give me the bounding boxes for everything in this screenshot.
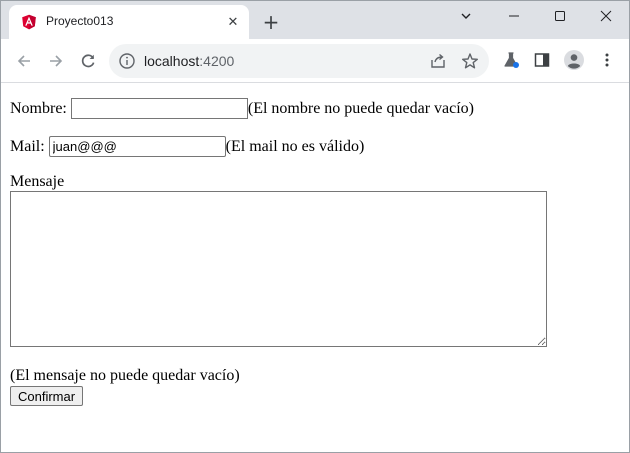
maximize-button[interactable] bbox=[537, 1, 583, 31]
browser-menu-button[interactable] bbox=[597, 50, 617, 70]
flask-icon bbox=[504, 52, 519, 68]
mail-input[interactable] bbox=[48, 136, 226, 157]
nombre-error: (El nombre no puede quedar vacío) bbox=[247, 99, 475, 117]
url-port: :4200 bbox=[199, 53, 235, 69]
site-info-icon[interactable] bbox=[118, 52, 136, 70]
mensaje-textarea[interactable] bbox=[10, 191, 547, 347]
url-text: localhost:4200 bbox=[144, 53, 234, 69]
address-bar[interactable]: localhost:4200 bbox=[109, 44, 489, 78]
arrow-right-icon bbox=[50, 55, 63, 67]
side-panel-icon bbox=[534, 53, 550, 67]
tab-search-button[interactable] bbox=[443, 1, 489, 31]
tab-title: Proyecto013 bbox=[46, 14, 114, 28]
nombre-input[interactable] bbox=[70, 98, 248, 119]
mensaje-error: (El mensaje no puede quedar vacío) bbox=[10, 367, 240, 384]
mensaje-label: Mensaje bbox=[10, 173, 65, 190]
new-tab-button[interactable]: + bbox=[259, 10, 283, 34]
profile-button[interactable] bbox=[564, 50, 584, 70]
profile-avatar-icon bbox=[564, 50, 584, 70]
reload-button[interactable] bbox=[76, 49, 100, 73]
page-content: Nombre: (El nombre no puede quedar vacío… bbox=[1, 84, 629, 452]
mail-row: Mail: (El mail no es válido) bbox=[10, 136, 364, 157]
side-panel-button[interactable] bbox=[532, 50, 552, 70]
confirm-button[interactable]: Confirmar bbox=[10, 386, 84, 406]
nombre-label: Nombre: bbox=[10, 99, 67, 117]
angular-icon bbox=[22, 14, 36, 30]
back-button[interactable] bbox=[12, 49, 36, 73]
minimize-icon bbox=[509, 15, 519, 17]
close-window-button[interactable] bbox=[583, 1, 629, 31]
reload-icon bbox=[81, 54, 95, 68]
close-icon bbox=[600, 10, 612, 22]
tab-proyecto013[interactable]: Proyecto013 ✕ bbox=[9, 5, 249, 39]
extensions-button[interactable] bbox=[501, 50, 521, 70]
browser-toolbar: localhost:4200 bbox=[1, 39, 629, 83]
chevron-down-icon bbox=[461, 13, 471, 19]
more-vert-icon bbox=[605, 53, 609, 67]
nombre-row: Nombre: (El nombre no puede quedar vacío… bbox=[10, 98, 474, 119]
arrow-left-icon bbox=[17, 55, 30, 67]
minimize-button[interactable] bbox=[491, 1, 537, 31]
maximize-icon bbox=[555, 11, 565, 21]
browser-window: Proyecto013 ✕ + localhost:4200 Nombre: (… bbox=[0, 0, 630, 453]
share-icon[interactable] bbox=[429, 52, 447, 70]
mail-error: (El mail no es válido) bbox=[225, 137, 365, 155]
forward-button[interactable] bbox=[44, 49, 68, 73]
url-host: localhost bbox=[144, 53, 200, 69]
star-icon[interactable] bbox=[461, 52, 479, 70]
tab-close-icon[interactable]: ✕ bbox=[223, 12, 243, 32]
mail-label: Mail: bbox=[10, 137, 45, 155]
tab-strip: Proyecto013 ✕ + bbox=[1, 1, 629, 39]
